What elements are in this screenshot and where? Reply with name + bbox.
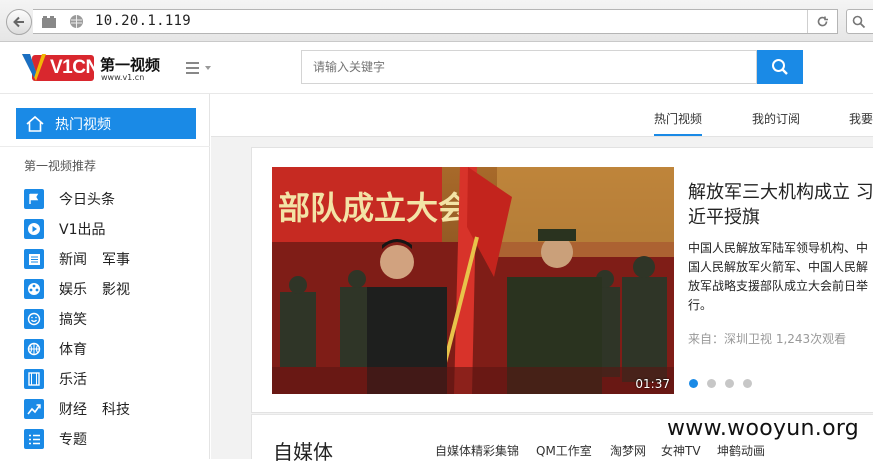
content-tabs: 热门视频 我的订阅 我要: [211, 94, 873, 137]
site-search-input[interactable]: [301, 50, 757, 84]
sidebar-item-label: 专题: [59, 432, 87, 448]
sidebar-item-label: 搞笑: [59, 312, 87, 328]
video-duration: 01:37: [635, 377, 670, 391]
subtab-taomeng[interactable]: 淘梦网: [610, 442, 646, 459]
banner-text: 部队成立大会: [278, 189, 470, 227]
section-title: 自媒体: [273, 440, 333, 464]
sidebar-divider: [0, 146, 210, 147]
menu-toggle-button[interactable]: [186, 59, 214, 77]
carousel-dot-3[interactable]: [725, 379, 734, 388]
logo-chinese-name: 第一视频: [100, 56, 161, 74]
sidebar-item-label: 乐活: [59, 372, 87, 388]
sidebar-item-label-secondary[interactable]: 科技: [102, 399, 130, 419]
site-logo[interactable]: V1CN 第一视频 www.v1.cn: [22, 52, 172, 86]
sidebar-item-label: 今日头条: [59, 192, 115, 208]
sidebar-item-lifestyle[interactable]: 乐活: [24, 364, 130, 394]
caret-down-icon: [205, 66, 211, 70]
subtab-kunhe-animation[interactable]: 坤鹤动画: [717, 442, 765, 459]
search-icon: [772, 59, 788, 75]
subtab-goddess-tv[interactable]: 女神TV: [661, 442, 701, 459]
film-reel-icon: [24, 279, 44, 299]
sidebar-item-headlines[interactable]: 今日头条: [24, 184, 130, 214]
sidebar-item-label: 体育: [59, 342, 87, 358]
reload-button[interactable]: [807, 10, 837, 33]
watermark: www.wooyun.org: [667, 416, 860, 441]
carousel-dot-4[interactable]: [743, 379, 752, 388]
sidebar-section-title: 第一视频推荐: [24, 159, 97, 173]
subtab-qm-studio[interactable]: QM工作室: [536, 442, 592, 459]
featured-video-thumbnail[interactable]: 部队成立大会 01:37: [272, 167, 674, 394]
url-text[interactable]: 10.20.1.119: [95, 13, 191, 29]
list-icon: [24, 429, 44, 449]
sidebar-item-sports[interactable]: 体育: [24, 334, 130, 364]
sidebar-item-label: 娱乐: [59, 282, 87, 298]
sidebar-item-funny[interactable]: 搞笑: [24, 304, 130, 334]
sidebar-item-finance[interactable]: 财经 科技: [24, 394, 130, 424]
basketball-icon: [24, 339, 44, 359]
home-icon: [26, 115, 44, 132]
trend-icon: [24, 399, 44, 419]
tabs-grid-icon[interactable]: [41, 14, 57, 33]
play-icon: [24, 219, 44, 239]
sidebar-item-hot-videos[interactable]: 热门视频: [16, 108, 196, 139]
sidebar-item-entertainment[interactable]: 娱乐 影视: [24, 274, 130, 304]
sidebar-item-label-secondary[interactable]: 军事: [102, 249, 130, 269]
back-button[interactable]: [6, 9, 32, 35]
featured-summary: 中国人民解放军陆军领导机构、中国人民解放军火箭军、中国人民解放军战略支援部队成立…: [688, 241, 869, 312]
logo-v-mark: [22, 54, 46, 81]
sidebar-item-news[interactable]: 新闻 军事: [24, 244, 130, 274]
sidebar: 热门视频 第一视频推荐 今日头条 V1出品 新闻 军事 娱乐 影视 搞笑 体育: [0, 94, 210, 459]
sidebar-item-label: 财经: [59, 402, 87, 418]
subtab-highlights[interactable]: 自媒体精彩集锦: [435, 442, 519, 459]
sidebar-item-label: V1出品: [59, 222, 106, 238]
site-search-button[interactable]: [757, 50, 803, 84]
logo-url: www.v1.cn: [101, 73, 145, 82]
reload-icon: [817, 16, 828, 27]
sidebar-item-label-secondary[interactable]: 影视: [102, 279, 130, 299]
video-scene-image: 部队成立大会: [272, 167, 674, 394]
featured-meta: 来自：深圳卫视 1,243次观看: [688, 332, 847, 346]
sidebar-item-label: 热门视频: [55, 116, 111, 133]
sidebar-item-topics[interactable]: 专题: [24, 424, 130, 454]
carousel-dot-2[interactable]: [707, 379, 716, 388]
address-bar[interactable]: 10.20.1.119: [33, 9, 838, 34]
arrow-left-icon: [13, 16, 24, 28]
sidebar-item-label: 新闻: [59, 252, 87, 268]
site-header: V1CN 第一视频 www.v1.cn: [0, 42, 873, 94]
film-strip-icon: [24, 369, 44, 389]
tab-hot-videos[interactable]: 热门视频: [654, 110, 703, 136]
search-icon: [852, 15, 866, 29]
tab-subscriptions[interactable]: 我的订阅: [752, 110, 800, 127]
hamburger-icon: [186, 62, 199, 64]
tab-mine[interactable]: 我要: [849, 110, 873, 127]
globe-icon: [69, 14, 84, 33]
featured-headline[interactable]: 解放军三大机构成立 习近平授旗: [688, 180, 873, 230]
carousel-dots: [689, 379, 752, 388]
smile-icon: [24, 309, 44, 329]
browser-toolbar: 10.20.1.119: [0, 0, 873, 42]
sidebar-list: 今日头条 V1出品 新闻 军事 娱乐 影视 搞笑 体育 乐活 财经 科技 专题: [24, 184, 130, 454]
sidebar-item-v1-original[interactable]: V1出品: [24, 214, 130, 244]
news-icon: [24, 249, 44, 269]
flag-icon: [24, 189, 44, 209]
browser-search-box[interactable]: [846, 9, 873, 34]
carousel-dot-1[interactable]: [689, 379, 698, 388]
